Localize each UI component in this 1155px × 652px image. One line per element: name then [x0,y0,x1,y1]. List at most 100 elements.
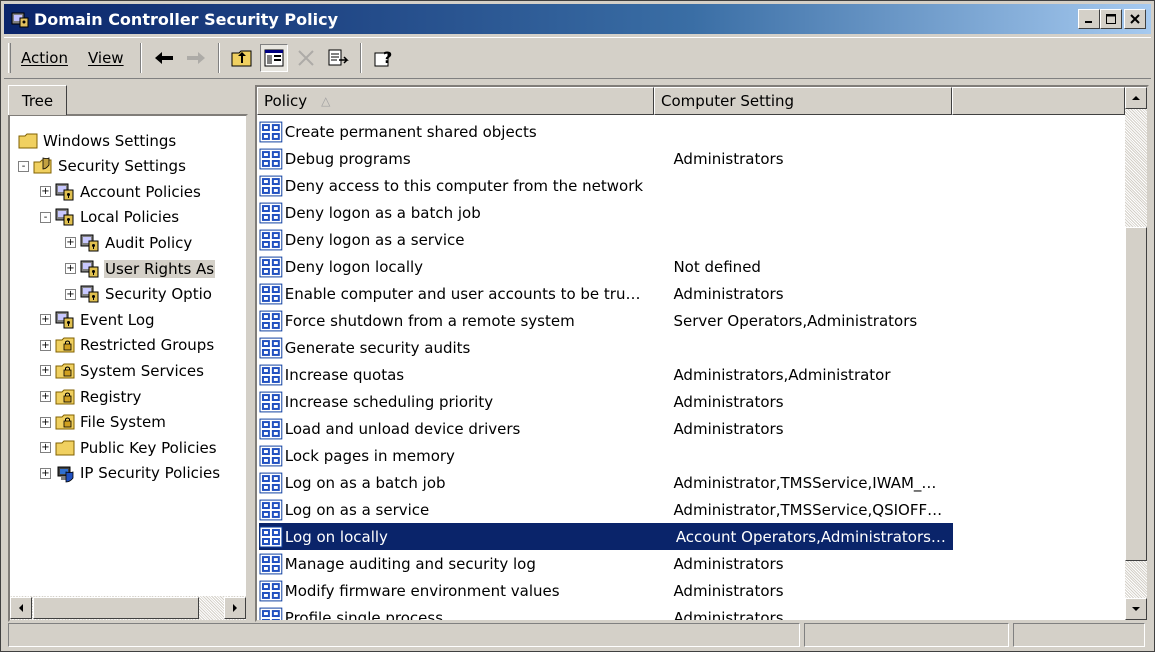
forward-button[interactable] [182,44,210,72]
table-row[interactable]: Load and unload device drivers Administra… [259,415,949,442]
maximize-button[interactable] [1100,9,1122,29]
policy-name: Manage auditing and security log [284,554,536,573]
policy-list-pane: Policy △ Computer Setting Create permane… [255,85,1149,622]
computer-setting-value: Not defined [673,257,761,276]
policy-setting-icon [259,337,283,358]
tree-item[interactable]: + Account Policies [40,179,202,204]
expand-icon[interactable]: + [65,263,76,274]
table-row[interactable]: Lock pages in memory [259,442,949,469]
computer-setting-value: Administrators [673,419,784,438]
tree-pane: Windows Settings - Security Settings + Accou… [8,114,248,622]
back-button[interactable] [150,44,178,72]
expand-icon[interactable]: + [65,237,76,249]
help-button[interactable]: ? [370,44,398,72]
table-row[interactable]: Profile single process Administrators [259,604,949,620]
policy-setting-icon [259,310,283,331]
tree-item[interactable]: + Event Log [40,307,156,332]
column-header-policy[interactable]: Policy △ [257,87,654,115]
policy-name: Deny access to this computer from the ne… [284,176,644,195]
table-row[interactable]: Force shutdown from a remote system Serve… [259,307,949,334]
tree-item[interactable]: - Security Settings [18,154,187,179]
column-header-computer-setting[interactable]: Computer Setting [654,87,952,115]
table-row[interactable]: Create permanent shared objects [259,118,949,145]
expand-icon[interactable]: + [40,186,51,198]
table-row[interactable]: Deny logon as a service [259,226,949,253]
table-row[interactable]: Deny logon locally Not defined [259,253,949,280]
scroll-left-button[interactable] [10,597,32,619]
collapse-icon[interactable]: - [40,211,51,223]
table-row[interactable]: Increase quotas Administrators,Administra… [259,361,949,388]
tree-item[interactable]: + Public Key Policies [40,435,218,460]
expand-icon[interactable]: + [40,314,51,326]
expand-icon[interactable]: + [40,365,51,377]
column-header-empty[interactable] [952,87,1125,115]
tree-item[interactable]: + Restricted Groups [40,333,215,358]
status-bar [8,623,1149,649]
expand-icon[interactable]: + [40,391,51,402]
scroll-right-button[interactable] [224,597,246,619]
table-row[interactable]: Deny logon as a batch job [259,199,949,226]
policy-setting-icon [259,202,283,223]
list-vertical-thumb[interactable] [1125,227,1147,561]
policy-setting-icon [259,472,283,493]
up-one-level-button[interactable] [228,44,256,72]
table-row[interactable]: Log on locally Account Operators,Administ… [259,523,953,550]
expand-icon[interactable]: + [40,416,51,428]
collapse-icon[interactable]: - [18,160,29,172]
tree-item-label: User Rights As [104,259,216,278]
title-bar[interactable]: Domain Controller Security Policy [4,4,1151,34]
tree-item[interactable]: + IP Security Policies [40,461,221,486]
tree-item[interactable]: - Local Policies [40,205,180,230]
table-row[interactable]: Log on as a service Administrator,TMSServ… [259,496,949,523]
expand-icon[interactable]: + [40,339,51,351]
menu-view[interactable]: View [78,49,134,67]
delete-button[interactable] [292,44,320,72]
table-row[interactable]: Log on as a batch job Administrator,TMSSe… [259,469,949,496]
scroll-down-button[interactable] [1125,598,1147,620]
svg-text:?: ? [383,48,392,67]
table-row[interactable]: Deny access to this computer from the ne… [259,172,949,199]
computer-setting-value: Administrators [673,392,784,411]
tab-tree-label: Tree [21,91,54,110]
tree-item[interactable]: + Audit Policy [65,230,193,255]
close-button[interactable] [1124,9,1146,29]
tree-item[interactable]: + Security Optio [65,282,213,307]
table-row[interactable]: Enable computer and user accounts to be … [259,280,949,307]
scroll-up-button[interactable] [1125,87,1147,109]
table-row[interactable]: Increase scheduling priority Administrato… [259,388,949,415]
expand-icon[interactable]: + [40,442,51,454]
policy-icon [80,234,99,252]
policy-setting-icon [259,445,283,466]
expand-icon[interactable]: + [65,288,76,300]
tree-view: Windows Settings - Security Settings + Accou… [10,116,246,596]
table-row[interactable]: Modify firmware environment values Admini… [259,577,949,604]
folder-icon [55,440,75,456]
computer-setting-value: Administrators,Administrator [673,365,891,384]
export-list-button[interactable] [324,44,352,72]
arrow-down-icon [1132,607,1140,611]
tree-horizontal-thumb[interactable] [33,597,199,619]
minimize-button[interactable] [1078,9,1100,29]
status-panel-main [8,623,801,647]
list-vertical-scrollbar[interactable] [1125,87,1147,620]
tree-item[interactable]: Windows Settings [18,128,177,153]
tree-item-label: Public Key Policies [80,438,217,457]
tree-item-label: Security Optio [105,285,212,304]
tree-item[interactable]: + System Services [40,358,205,383]
show-hide-tree-button[interactable] [259,44,288,72]
menu-action[interactable]: Action [11,49,78,67]
tree-horizontal-scrollbar[interactable] [10,596,246,620]
maximize-icon [1106,14,1116,24]
tree-item[interactable]: + User Rights As [65,256,216,281]
secure-folder-icon [55,337,75,353]
up-folder-icon [231,50,252,67]
table-row[interactable]: Debug programs Administrators [259,145,949,172]
tree-item[interactable]: + File System [40,410,167,435]
table-row[interactable]: Generate security audits [259,334,949,361]
tree-item[interactable]: + Registry [40,384,142,409]
delete-x-icon [297,50,314,66]
computer-setting-value: Administrators [673,284,784,303]
expand-icon[interactable]: + [40,467,51,479]
tab-tree[interactable]: Tree [8,85,67,115]
table-row[interactable]: Manage auditing and security log Administ… [259,550,949,577]
